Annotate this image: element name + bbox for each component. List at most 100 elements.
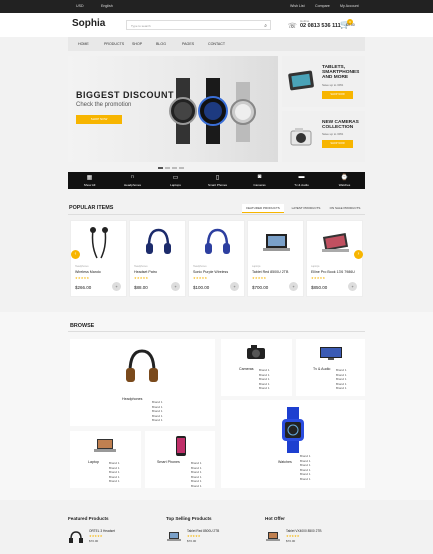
header: Sophia Type to search ⌕ ☏ Hotline 02 081… [0,13,433,37]
browse-group-name[interactable]: Headphones [122,397,142,401]
laptop-image [94,439,116,452]
laptop-image [263,234,290,251]
phone-icon: ▯ [215,175,220,181]
browse-group-name[interactable]: Cameras [239,367,254,371]
browse-group-name[interactable]: Tv & Audio [313,367,330,371]
nav-blog[interactable]: BLOG [156,42,166,46]
hero-subtitle: Check the promotion [76,102,132,108]
product-name[interactable]: ORTEL 3 Headset [89,529,115,533]
add-to-cart-button[interactable]: + [171,282,180,291]
product-name[interactable]: Elline Pro Book 13'6 7986U [311,270,355,274]
nav-shop[interactable]: SHOP [132,42,142,46]
account-link[interactable]: My Account [340,4,359,8]
cart-total[interactable]: $0.00 [346,23,355,27]
hot-offer-item[interactable]: Tablet VX4000 8500 2TB ★★★★★ $70.00 [265,528,345,550]
product-name[interactable]: Wireless Mando [75,270,101,274]
product-card[interactable]: Laptops Elline Pro Book 13'6 7986U ★★★★★… [306,220,363,297]
phone-icon: ☏ [288,23,297,30]
carousel-prev-button[interactable]: ‹ [71,250,80,259]
search-icon[interactable]: ⌕ [264,23,267,29]
add-to-cart-button[interactable]: + [112,282,121,291]
nav-home[interactable]: HOME [78,42,89,46]
logo[interactable]: Sophia [72,18,105,29]
headphones-icon: ∩ [130,174,135,180]
product-card[interactable]: Laptops Tablet Red 8500U 2TB ★★★★★ $700.… [247,220,304,297]
product-price: $88.00 [134,285,148,290]
browse-group-tv-audio[interactable]: Tv & Audio Brand 1 Brand 1 Brand 1 Brand 1B… [296,339,365,396]
browse-group-laptop[interactable]: Laptop Brand 1 Brand 1 Brand 1 Brand 1 Brand… [70,431,141,488]
tv-icon: ▬ [298,174,305,180]
category-laptops[interactable]: ▭ Laptops [157,172,194,189]
side-banner-subtitle: Save up to 30% [322,83,344,87]
compare-link[interactable]: Compare [315,4,330,8]
product-name[interactable]: Tablet Red 8500U 2TB [187,529,219,533]
currency-selector[interactable]: USD [76,4,84,8]
divider [68,214,365,215]
add-to-cart-button[interactable]: + [289,282,298,291]
language-selector[interactable]: English [101,4,113,8]
laptop-image [167,532,181,541]
product-card[interactable]: Headphones Sonic Purple Wireless ★★★★★ $… [188,220,245,297]
category-headphones[interactable]: ∩ Headphones [114,172,151,189]
browse-group-name[interactable]: Smart Phones [157,460,180,464]
side-banner-tablets[interactable]: TABLETS, SMARTPHONES AND MORE Save up to 3… [282,56,365,107]
browse-group-smart-phones[interactable]: Smart Phones Brand 1 Brand 1 Brand 1 Brand … [145,431,215,488]
product-name[interactable]: Sonic Purple Wireless [193,270,228,274]
search-input[interactable]: Type to search ⌕ [126,20,271,30]
headset-image [69,531,83,543]
browse-group-cameras[interactable]: Cameras Brand 1 Brand 1 Brand 1 Brand 1 Bran… [221,339,292,396]
category-watches[interactable]: ⌚ Watches [326,172,363,189]
tab-featured[interactable]: FEATURED PRODUCTS [242,204,284,213]
featured-product-item[interactable]: ORTEL 3 Headset ★★★★★ $70.00 [68,528,148,550]
earphones-image [90,227,108,259]
rating-stars: ★★★★★ [286,534,300,538]
hot-offer-title: Hot Offer [265,516,285,521]
category-smart-phones[interactable]: ▯ Smart Phones [199,172,236,189]
hotline-number: 02 0813 536 111 [300,23,341,29]
product-name[interactable]: Tablet Red 8500U 2TB [252,270,288,274]
top-selling-item[interactable]: Tablet Red 8500U 2TB ★★★★★ $70.00 [166,528,246,550]
headset-image [146,228,171,254]
camera-image [247,345,265,359]
headset-image [205,228,230,254]
side-banner-shop-button[interactable]: SHOP NOW [322,91,353,99]
browse-group-headphones[interactable]: Headphones Brand 1 Brand 1 Brand 1 Brand 1B… [70,339,215,426]
add-to-cart-button[interactable]: + [230,282,239,291]
side-banner-shop-button[interactable]: SHOP NOW [322,140,353,148]
top-bar: USD English Wish List Compare My Account [0,0,433,13]
browse-group-watches[interactable]: Watches Brand 1 Brand 1 Brand 1 Brand 1 Bran… [221,400,365,488]
hero-shop-button[interactable]: SHOP NOW [76,115,122,124]
watches-image [169,78,256,144]
hero-title: BIGGEST DISCOUNT [76,90,175,100]
category-tv-audio[interactable]: ▬ Tv & Audio [283,172,320,189]
grid-icon: ▦ [86,175,93,181]
rating-stars: ★★★★★ [252,276,267,280]
add-to-cart-button[interactable]: + [348,282,357,291]
brand-list: Brand 1 Brand 1 Brand 1 Brand 1 Brand 1 [259,368,270,391]
nav-contact[interactable]: CONTACT [208,42,225,46]
tab-latest[interactable]: LATEST PRODUCTS [288,204,324,213]
divider [68,331,365,332]
product-card[interactable]: Headphones Headset Patro ★★★★★ $88.00 + [129,220,186,297]
rating-stars: ★★★★★ [311,276,326,280]
tab-on-sale[interactable]: ON SALE PRODUCTS [327,204,363,213]
category-bar: ▦ Show All ∩ Headphones ▭ Laptops ▯ Smart Ph… [68,172,365,189]
product-name[interactable]: Tablet VX4000 8500 2TB [286,529,321,533]
product-price: $100.00 [193,285,210,290]
wishlist-link[interactable]: Wish List [290,4,305,8]
browse-group-name[interactable]: Watches [278,460,292,464]
camera-icon: ◙ [257,174,262,180]
category-cameras[interactable]: ◙ Cameras [241,172,278,189]
category-show-all[interactable]: ▦ Show All [71,172,108,189]
nav-pages[interactable]: PAGES [182,42,194,46]
product-card[interactable]: Headphones Wireless Mando ★★★★★ $266.00 … [70,220,127,297]
headphones-image [126,349,158,382]
brand-list: Brand 1 Brand 1 Brand 1 Brand 1 Brand 1 [152,400,163,423]
main-nav: HOME PRODUCTS SHOP BLOG PAGES CONTACT [68,37,365,51]
side-banner-cameras[interactable]: NEW CAMERAS COLLECTION Save up to 30% SHO… [282,111,365,162]
browse-group-name[interactable]: Laptop [88,460,99,464]
carousel-next-button[interactable]: › [354,250,363,259]
product-price: $850.00 [311,285,328,290]
nav-products[interactable]: PRODUCTS [104,42,124,46]
product-name[interactable]: Headset Patro [134,270,157,274]
